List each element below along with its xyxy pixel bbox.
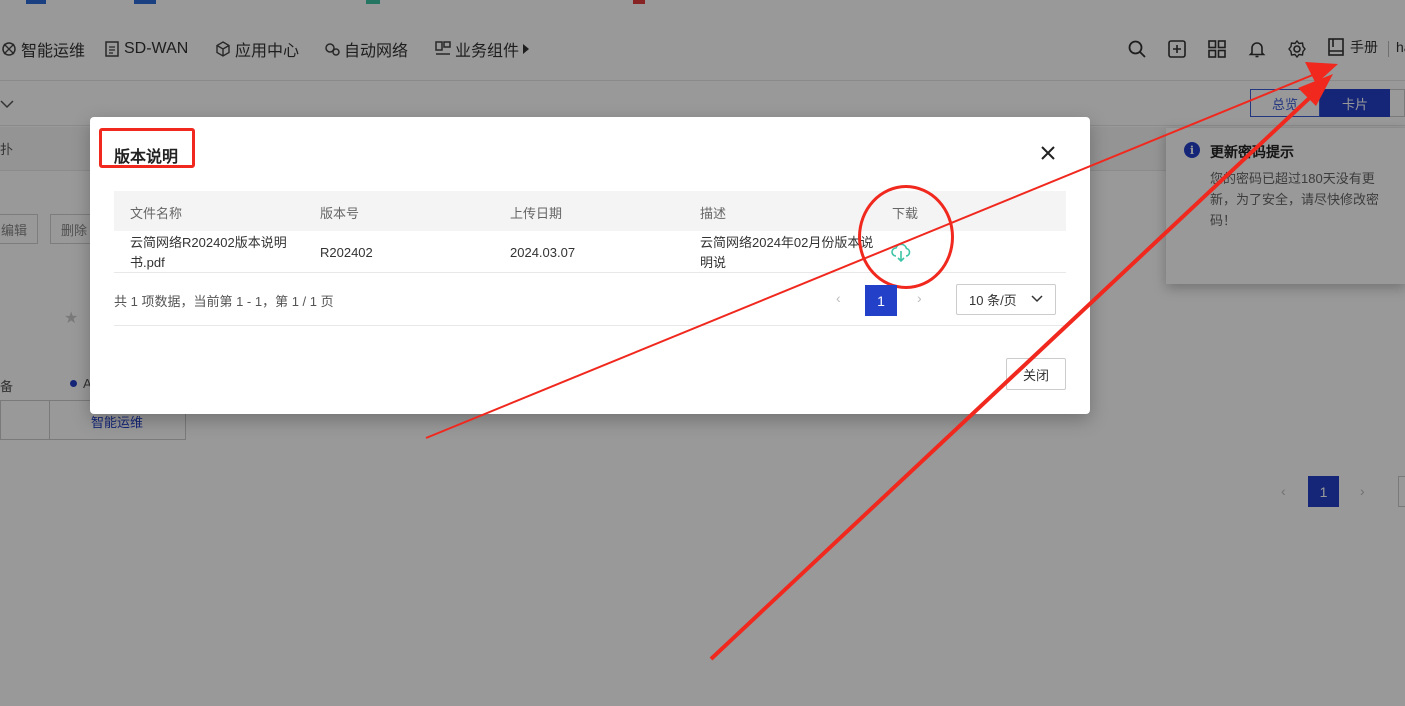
column-header: 文件名称: [130, 206, 183, 221]
page-size-select[interactable]: 10 条/页: [956, 284, 1056, 315]
prev-page-button[interactable]: ‹: [836, 290, 841, 306]
title-highlight: [99, 128, 195, 168]
cell-file-name: 云简网络R202402版本说明书.pdf: [130, 235, 287, 270]
cell-upload-date: 2024.03.07: [510, 245, 576, 260]
pagination-bar: 共 1 项数据，当前第 1 - 1，第 1 / 1 页 ‹ 1 › 10 条/页: [114, 274, 1066, 326]
pagination-summary: 共 1 项数据，当前第 1 - 1，第 1 / 1 页: [114, 294, 334, 309]
page-button-current[interactable]: 1: [865, 285, 897, 316]
column-header: 描述: [700, 206, 727, 221]
close-icon[interactable]: [1038, 143, 1058, 163]
page-size-label: 10 条/页: [969, 293, 1017, 308]
cell-version: R202402: [320, 245, 373, 260]
release-notes-dialog: 版本说明 文件名称 版本号 上传日期 描述 下载 云简网络R202402版本说明…: [90, 117, 1090, 414]
column-header: 上传日期: [510, 206, 563, 221]
next-page-button[interactable]: ›: [917, 290, 922, 306]
x-icon: [1041, 146, 1055, 160]
cell-description: 云简网络2024年02月份版本说明说: [700, 235, 874, 270]
chevron-down-icon: [1031, 295, 1043, 303]
column-header: 版本号: [320, 206, 360, 221]
close-button[interactable]: 关闭: [1006, 358, 1066, 390]
